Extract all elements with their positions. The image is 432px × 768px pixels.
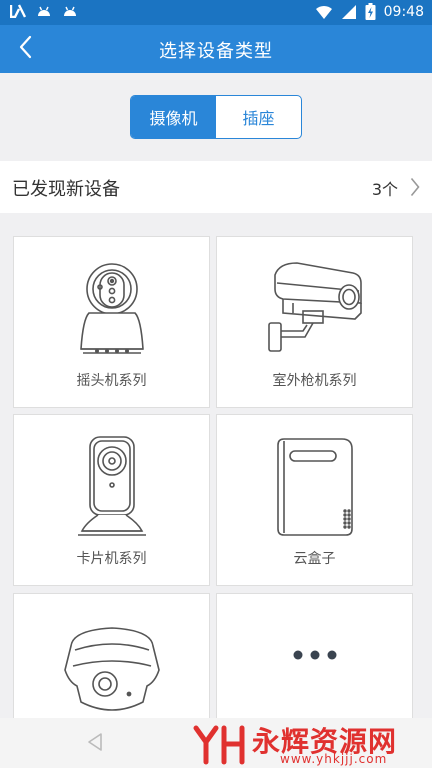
nav-back-icon[interactable] [86,732,104,756]
device-card-cloud-box[interactable]: 云盒子 [216,414,413,586]
device-card-card-camera[interactable]: 卡片机系列 [13,414,210,586]
chevron-right-icon [410,177,420,201]
watermark-logo-icon [192,724,248,768]
signal-icon [341,4,357,20]
app-notification-icon [10,4,26,18]
device-card-label: 卡片机系列 [76,551,147,567]
device-card-label: 云盒子 [293,551,336,567]
cloud-box-icon [217,431,412,549]
found-devices-label: 已发现新设备 [12,179,120,200]
more-icon [217,640,412,670]
page-title: 选择设备类型 [159,41,273,62]
found-devices-count: 3个 [371,180,398,199]
device-card-label: 摇头机系列 [76,373,147,389]
status-bar: 09:48 [0,0,432,25]
device-card-label: 室外枪机系列 [272,373,357,389]
device-card-pan-tilt[interactable]: 摇头机系列 [13,236,210,408]
device-card-more[interactable] [216,593,413,733]
device-category-tabs: 摄像机 插座 [130,95,302,139]
battery-charging-icon [365,3,376,20]
android-icon [62,4,78,18]
wifi-icon [315,4,333,20]
watermark-url: www.yhkjjj.com [280,752,388,766]
watermark: 永辉资源网 www.yhkjjj.com [190,718,432,768]
clock: 09:48 [383,3,424,20]
app-bar: 选择设备类型 [0,25,432,73]
tab-camera[interactable]: 摄像机 [131,96,216,138]
bullet-camera-icon [217,253,412,371]
card-camera-icon [14,431,209,549]
found-devices-row[interactable]: 已发现新设备 3个 [0,161,432,213]
pan-tilt-camera-icon [14,253,209,371]
android-icon [36,4,52,18]
device-card-bullet[interactable]: 室外枪机系列 [216,236,413,408]
tab-socket[interactable]: 插座 [216,96,301,138]
device-card-panoramic[interactable] [13,593,210,733]
